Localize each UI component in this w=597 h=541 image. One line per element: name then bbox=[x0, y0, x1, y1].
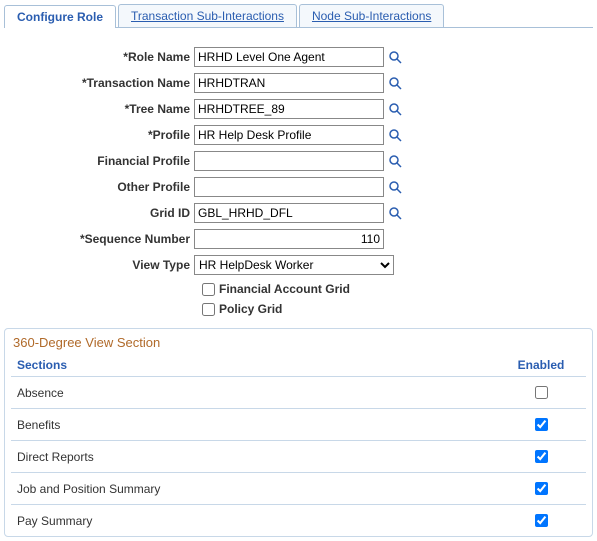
enabled-cell bbox=[496, 473, 586, 505]
enabled-cell bbox=[496, 441, 586, 473]
sequence-number-label: *Sequence Number bbox=[34, 232, 194, 246]
policy-grid-checkbox[interactable] bbox=[202, 303, 215, 316]
view-section-title: 360-Degree View Section bbox=[11, 333, 586, 354]
view-section-box: 360-Degree View Section Sections Enabled… bbox=[4, 328, 593, 537]
enabled-cell bbox=[496, 409, 586, 441]
table-row: Pay Summary bbox=[11, 505, 586, 537]
tab-bar: Configure Role Transaction Sub-Interacti… bbox=[4, 4, 593, 28]
table-row: Benefits bbox=[11, 409, 586, 441]
tree-name-input[interactable] bbox=[194, 99, 384, 119]
other-profile-input[interactable] bbox=[194, 177, 384, 197]
form-area: *Role Name *Transaction Name *Tree Name … bbox=[34, 46, 593, 318]
lookup-icon[interactable] bbox=[388, 206, 402, 220]
transaction-name-input[interactable] bbox=[194, 73, 384, 93]
grid-id-input[interactable] bbox=[194, 203, 384, 223]
sections-grid: Sections Enabled AbsenceBenefitsDirect R… bbox=[11, 354, 586, 536]
table-row: Direct Reports bbox=[11, 441, 586, 473]
lookup-icon[interactable] bbox=[388, 102, 402, 116]
financial-profile-label: Financial Profile bbox=[34, 154, 194, 168]
financial-profile-input[interactable] bbox=[194, 151, 384, 171]
enabled-column-header[interactable]: Enabled bbox=[496, 354, 586, 377]
lookup-icon[interactable] bbox=[388, 154, 402, 168]
enabled-checkbox[interactable] bbox=[535, 418, 548, 431]
role-name-label: *Role Name bbox=[34, 50, 194, 64]
tab-node-sub-interactions[interactable]: Node Sub-Interactions bbox=[299, 4, 444, 27]
section-name-cell: Job and Position Summary bbox=[11, 473, 496, 505]
profile-label: *Profile bbox=[34, 128, 194, 142]
table-row: Job and Position Summary bbox=[11, 473, 586, 505]
policy-grid-label: Policy Grid bbox=[219, 302, 282, 316]
financial-account-grid-label: Financial Account Grid bbox=[219, 282, 350, 296]
enabled-checkbox[interactable] bbox=[535, 386, 548, 399]
enabled-checkbox[interactable] bbox=[535, 450, 548, 463]
sections-column-header[interactable]: Sections bbox=[11, 354, 496, 377]
view-type-select[interactable]: HR HelpDesk Worker bbox=[194, 255, 394, 275]
enabled-cell bbox=[496, 505, 586, 537]
table-row: Absence bbox=[11, 377, 586, 409]
lookup-icon[interactable] bbox=[388, 128, 402, 142]
section-name-cell: Absence bbox=[11, 377, 496, 409]
sequence-number-input[interactable] bbox=[194, 229, 384, 249]
view-type-label: View Type bbox=[34, 258, 194, 272]
lookup-icon[interactable] bbox=[388, 180, 402, 194]
grid-id-label: Grid ID bbox=[34, 206, 194, 220]
tab-configure-role[interactable]: Configure Role bbox=[4, 5, 116, 28]
lookup-icon[interactable] bbox=[388, 76, 402, 90]
other-profile-label: Other Profile bbox=[34, 180, 194, 194]
section-name-cell: Benefits bbox=[11, 409, 496, 441]
enabled-checkbox[interactable] bbox=[535, 482, 548, 495]
tab-transaction-sub-interactions[interactable]: Transaction Sub-Interactions bbox=[118, 4, 297, 27]
enabled-cell bbox=[496, 377, 586, 409]
section-name-cell: Direct Reports bbox=[11, 441, 496, 473]
financial-account-grid-checkbox[interactable] bbox=[202, 283, 215, 296]
transaction-name-label: *Transaction Name bbox=[34, 76, 194, 90]
enabled-checkbox[interactable] bbox=[535, 514, 548, 527]
role-name-input[interactable] bbox=[194, 47, 384, 67]
profile-input[interactable] bbox=[194, 125, 384, 145]
section-name-cell: Pay Summary bbox=[11, 505, 496, 537]
tree-name-label: *Tree Name bbox=[34, 102, 194, 116]
lookup-icon[interactable] bbox=[388, 50, 402, 64]
